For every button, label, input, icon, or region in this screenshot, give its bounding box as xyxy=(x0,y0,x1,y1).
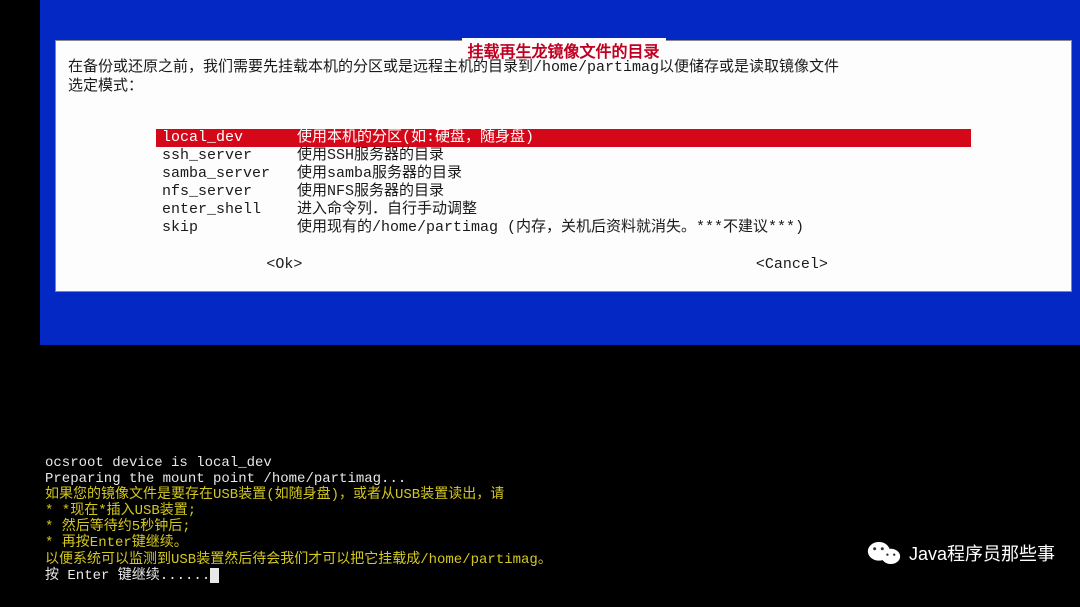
menu-key: nfs_server xyxy=(162,183,297,201)
menu-item-local-dev[interactable]: local_dev 使用本机的分区(如:硬盘，随身盘) xyxy=(156,129,971,147)
instructions-line2: 选定模式： xyxy=(68,78,1059,97)
dialog-instructions: 在备份或还原之前，我们需要先挂载本机的分区或是远程主机的目录到/home/par… xyxy=(68,59,1059,97)
menu-key: local_dev xyxy=(162,129,297,147)
menu-key: skip xyxy=(162,219,297,237)
menu-key: samba_server xyxy=(162,165,297,183)
menu-desc: 使用现有的/home/partimag (内存，关机后资料就消失。***不建议*… xyxy=(297,219,965,237)
menu-desc: 进入命令列．自行手动调整 xyxy=(297,201,965,219)
terminal-line: 如果您的镜像文件是要存在USB装置(如随身盘)，或者从USB装置读出，请 xyxy=(45,487,1080,503)
cursor-icon xyxy=(210,568,219,583)
terminal-line: * *现在*插入USB装置; xyxy=(45,503,1080,519)
ok-button[interactable]: <Ok> xyxy=(56,256,513,273)
menu-item-enter-shell[interactable]: enter_shell 进入命令列．自行手动调整 xyxy=(156,201,971,219)
menu-list[interactable]: local_dev 使用本机的分区(如:硬盘，随身盘) ssh_server 使… xyxy=(156,129,971,237)
watermark-text: Java程序员那些事 xyxy=(909,540,1055,566)
watermark: Java程序员那些事 xyxy=(867,539,1055,567)
menu-item-skip[interactable]: skip 使用现有的/home/partimag (内存，关机后资料就消失。**… xyxy=(156,219,971,237)
menu-desc: 使用samba服务器的目录 xyxy=(297,165,965,183)
terminal-line: * 然后等待约5秒钟后; xyxy=(45,519,1080,535)
cancel-button[interactable]: <Cancel> xyxy=(513,256,1071,273)
menu-key: ssh_server xyxy=(162,147,297,165)
mount-dialog: 挂载再生龙镜像文件的目录 在备份或还原之前，我们需要先挂载本机的分区或是远程主机… xyxy=(55,40,1072,292)
terminal-prompt[interactable]: 按 Enter 键继续...... xyxy=(45,568,1080,584)
dialog-buttons: <Ok> <Cancel> xyxy=(56,256,1071,273)
terminal-line: ocsroot device is local_dev xyxy=(45,455,1080,471)
menu-desc: 使用SSH服务器的目录 xyxy=(297,147,965,165)
menu-key: enter_shell xyxy=(162,201,297,219)
instructions-line1: 在备份或还原之前，我们需要先挂载本机的分区或是远程主机的目录到/home/par… xyxy=(68,59,1059,78)
wechat-icon xyxy=(867,539,901,567)
menu-item-nfs-server[interactable]: nfs_server 使用NFS服务器的目录 xyxy=(156,183,971,201)
menu-desc: 使用本机的分区(如:硬盘，随身盘) xyxy=(297,129,965,147)
menu-item-ssh-server[interactable]: ssh_server 使用SSH服务器的目录 xyxy=(156,147,971,165)
menu-desc: 使用NFS服务器的目录 xyxy=(297,183,965,201)
terminal-line: Preparing the mount point /home/partimag… xyxy=(45,471,1080,487)
menu-item-samba-server[interactable]: samba_server 使用samba服务器的目录 xyxy=(156,165,971,183)
